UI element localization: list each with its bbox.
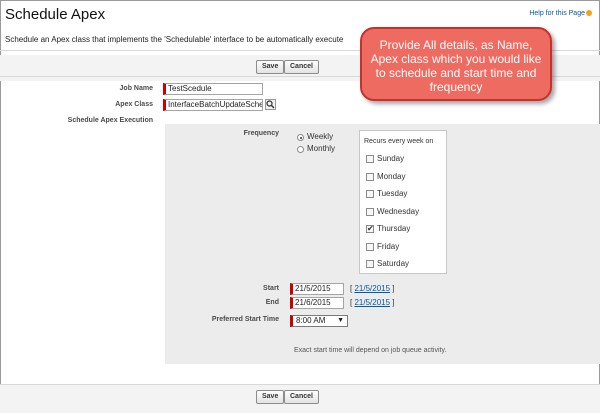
save-button[interactable]: Save [256,60,285,74]
lookup-icon[interactable] [265,99,276,110]
day-checkbox-friday[interactable] [366,243,374,251]
preferred-time-label: Preferred Start Time [211,316,279,323]
day-checkbox-sunday[interactable] [366,155,374,163]
frequency-monthly-radio[interactable] [297,146,304,153]
preferred-time-value: 8:00 AM [296,316,326,325]
day-checkbox-saturday[interactable] [366,260,374,268]
bottom-button-row: Save Cancel [0,385,600,413]
frequency-monthly-label[interactable]: Monthly [307,144,335,153]
schedule-execution-label: Schedule Apex Execution [67,117,153,124]
apex-class-label: Apex Class [115,101,153,108]
recurrence-days-box: Recurs every week on Sunday Monday Tuesd… [359,130,447,274]
day-label-sunday: Sunday [377,154,405,163]
start-date-label: Start [263,285,279,292]
annotation-callout: Provide All details, as Name, Apex class… [360,27,552,101]
page-description: Schedule an Apex class that implements t… [5,35,344,44]
cancel-button-bottom[interactable]: Cancel [284,390,319,404]
day-checkbox-thursday[interactable] [366,224,374,233]
end-date-link-text[interactable]: 21/5/2015 [354,298,390,307]
day-label-wednesday: Wednesday [377,207,420,216]
dropdown-arrow-icon[interactable]: ▼ [337,316,344,326]
day-label-thursday: Thursday [377,224,411,233]
day-label-saturday: Saturday [377,259,410,268]
save-button-bottom[interactable]: Save [256,390,285,404]
preferred-time-select[interactable]: 8:00 AM ▼ [290,315,348,327]
end-date-link[interactable]: [ 21/5/2015 ] [350,298,395,307]
start-date-link[interactable]: [ 21/5/2015 ] [350,284,395,293]
callout-text: Provide All details, as Name, Apex class… [370,38,542,94]
help-link-text[interactable]: Help for this Page [529,10,585,17]
end-date-label: End [265,299,279,306]
frequency-weekly-label[interactable]: Weekly [307,132,333,141]
cancel-button[interactable]: Cancel [284,60,319,74]
start-date-link-text[interactable]: 21/5/2015 [354,284,390,293]
frequency-label: Frequency [243,130,279,137]
frequency-weekly-radio[interactable] [297,134,304,141]
job-name-input[interactable]: TestScedule [163,83,263,95]
queue-note: Exact start time will depend on job queu… [294,347,447,354]
start-date-input[interactable]: 21/5/2015 [290,283,344,295]
day-checkbox-tuesday[interactable] [366,190,374,198]
day-checkbox-monday[interactable] [366,173,374,181]
page-title: Schedule Apex [5,6,106,23]
day-label-monday: Monday [377,172,406,181]
help-link[interactable]: Help for this Page [529,10,592,17]
day-checkbox-wednesday[interactable] [366,208,374,216]
job-name-label: Job Name [119,85,153,92]
apex-class-input[interactable]: InterfaceBatchUpdateSche [163,99,263,111]
end-date-input[interactable]: 21/6/2015 [290,297,344,309]
day-label-friday: Friday [377,242,400,251]
help-icon[interactable] [586,10,592,17]
recurs-label: Recurs every week on [364,138,434,145]
day-label-tuesday: Tuesday [377,189,408,198]
